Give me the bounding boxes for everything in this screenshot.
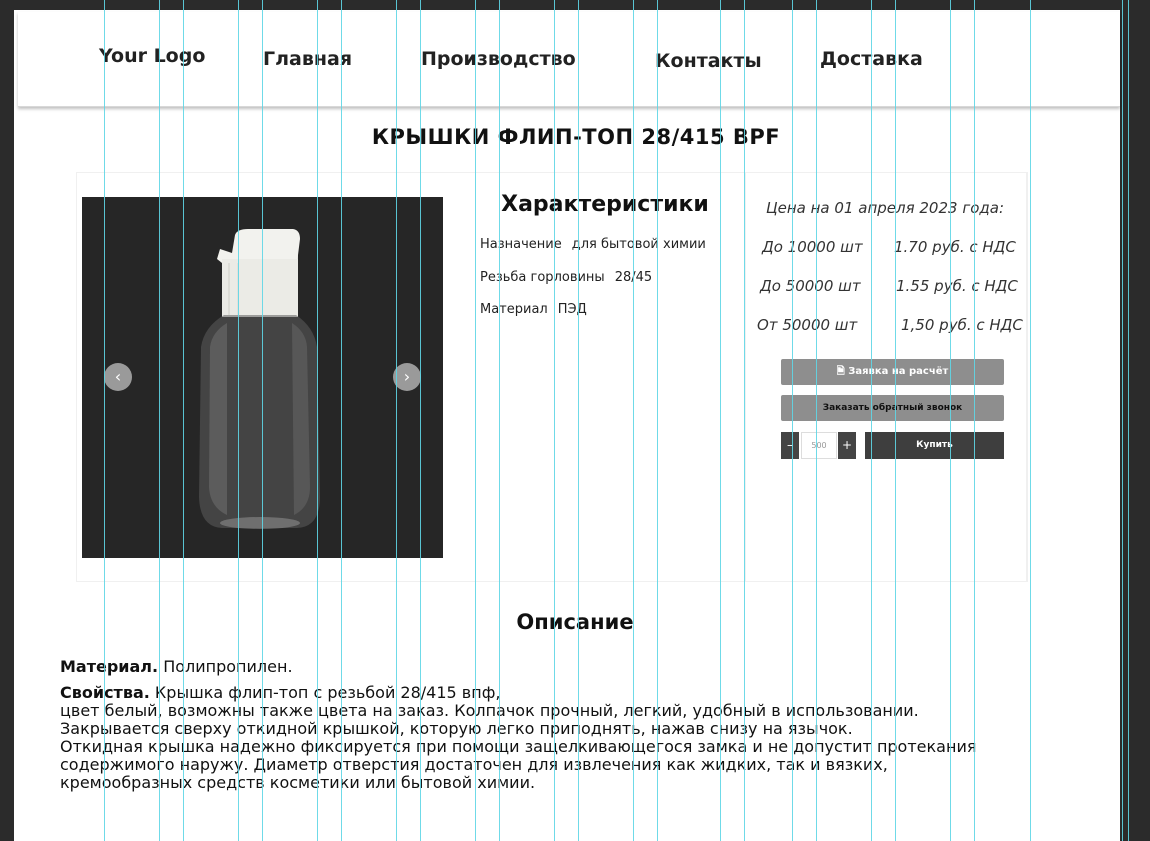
- nav-item-home[interactable]: Главная: [263, 48, 352, 70]
- spec-value: ПЭД: [557, 302, 587, 317]
- properties-line: Закрывается сверху откидной крышкой, кот…: [60, 719, 853, 738]
- spec-label: Резьба горловины: [480, 270, 605, 285]
- callback-label: Заказать обратный звонок: [822, 403, 963, 413]
- spec-row-thread: Резьба горловины 28/45: [480, 270, 662, 285]
- material-text: Полипропилен.: [163, 657, 293, 676]
- product-image: [82, 197, 443, 558]
- spec-row-material: Материал ПЭД: [480, 302, 597, 317]
- price-value: 1,50 руб. с НДС: [901, 316, 1023, 334]
- spec-value: для бытовой химии: [571, 237, 706, 252]
- nav-item-delivery[interactable]: Доставка: [820, 48, 923, 70]
- material-label: Материал.: [60, 657, 159, 676]
- spec-label: Назначение: [480, 237, 562, 252]
- product-title: КРЫШКИ ФЛИП-ТОП 28/415 BPF: [371, 125, 781, 149]
- quantity-increase-button[interactable]: +: [838, 432, 856, 459]
- properties-paragraph: Свойства. Крышка флип-топ с резьбой 28/4…: [60, 684, 1060, 792]
- properties-line: содержимого наружу. Диаметр отверстия до…: [60, 755, 888, 774]
- gallery-prev-button[interactable]: ‹: [104, 363, 132, 391]
- callback-button[interactable]: Заказать обратный звонок: [781, 395, 1004, 421]
- nav-item-production[interactable]: Производство: [421, 48, 576, 70]
- spec-label: Материал: [480, 302, 548, 317]
- spec-row-purpose: Назначение для бытовой химии: [480, 237, 716, 252]
- price-value: 1.55 руб. с НДС: [896, 277, 1018, 295]
- price-qty: До 10000 шт: [762, 238, 863, 256]
- properties-line: цвет белый, возможны также цвета на зака…: [60, 701, 919, 720]
- price-heading: Цена на 01 апреля 2023 года:: [765, 199, 1004, 217]
- properties-line: Крышка флип-топ с резьбой 28/415 впф,: [154, 683, 501, 702]
- clipboard-icon: 🗎: [836, 366, 849, 377]
- description-title: Описание: [516, 610, 634, 634]
- request-calculation-label: Заявка на расчёт: [848, 366, 949, 377]
- price-qty: От 50000 шт: [757, 316, 858, 334]
- spec-value: 28/45: [614, 270, 653, 285]
- description-text: Материал. Полипропилен. Свойства. Крышка…: [60, 658, 1060, 792]
- nav-item-contacts[interactable]: Контакты: [655, 50, 762, 72]
- price-qty: До 50000 шт: [760, 277, 861, 295]
- properties-label: Свойства.: [60, 683, 150, 702]
- quantity-input[interactable]: 500: [801, 432, 837, 459]
- material-paragraph: Материал. Полипропилен.: [60, 658, 1060, 676]
- request-calculation-button[interactable]: 🗎 Заявка на расчёт: [781, 359, 1004, 385]
- price-value: 1.70 руб. с НДС: [894, 238, 1016, 256]
- product-image-gallery: ‹ ›: [82, 197, 443, 558]
- gallery-next-button[interactable]: ›: [393, 363, 421, 391]
- properties-line: Откидная крышка надежно фиксируется при …: [60, 737, 977, 756]
- properties-line: кремообразных средств косметики или быто…: [60, 773, 536, 792]
- logo[interactable]: Your Logo: [99, 45, 205, 67]
- quantity-decrease-button[interactable]: –: [781, 432, 799, 459]
- specs-title: Характеристики: [501, 192, 709, 217]
- buy-button[interactable]: Купить: [865, 432, 1004, 459]
